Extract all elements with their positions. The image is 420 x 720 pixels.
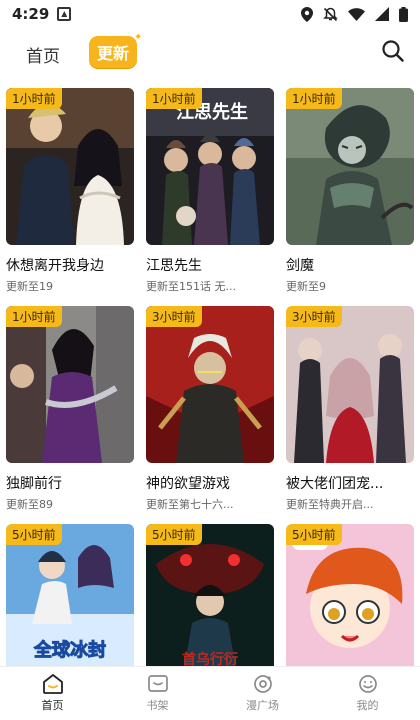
cover-art	[146, 306, 274, 463]
cover-art	[286, 88, 414, 245]
comic-card[interactable]: 3小时前 被大佬们团宠... 更新至特典开启...	[286, 306, 414, 512]
comic-title: 休想离开我身边	[6, 258, 104, 274]
comic-cover[interactable]: 5小时前	[286, 524, 414, 681]
update-time-badge: 1小时前	[286, 88, 342, 109]
comic-title: 江思先生	[146, 258, 202, 274]
nav-label: 我的	[356, 699, 379, 712]
tab-home[interactable]: 首页	[26, 42, 60, 67]
nav-label: 漫广场	[246, 699, 279, 712]
comic-title: 独脚前行	[6, 476, 62, 492]
sparkle-icon: ✦	[134, 32, 143, 43]
comic-title: 被大佬们团宠...	[286, 476, 384, 492]
comic-cover[interactable]: 江思先生 1小时前	[146, 88, 274, 245]
nav-home[interactable]: 首页	[0, 667, 105, 720]
battery-icon	[399, 6, 408, 22]
nav-bookshelf[interactable]: 书架	[105, 667, 210, 720]
comic-cover[interactable]: 全球冰封 5小时前	[6, 524, 134, 681]
comic-card[interactable]: 首乌行衍 5小时前	[146, 524, 274, 681]
update-time-badge: 3小时前	[146, 306, 202, 327]
comic-cover[interactable]: 3小时前	[146, 306, 274, 463]
comic-card[interactable]: 江思先生 1小时前 江思先生 更新至151话 无...	[146, 88, 274, 294]
bottom-nav: 首页 书架 漫广场 我的	[0, 666, 420, 720]
cover-art	[6, 306, 134, 463]
cover-logo-text: 全球冰封	[33, 639, 106, 661]
plaza-icon	[253, 675, 272, 693]
comic-cover[interactable]: 1小时前	[6, 306, 134, 463]
update-time-badge: 1小时前	[6, 88, 62, 109]
comic-episode: 更新至9	[286, 280, 326, 293]
comic-episode: 更新至第七十六...	[146, 498, 234, 511]
home-icon	[42, 674, 63, 694]
comic-cover[interactable]: 3小时前	[286, 306, 414, 463]
nav-label: 书架	[146, 699, 169, 712]
cover-art: 江思先生	[146, 88, 274, 245]
cover-art	[6, 88, 134, 245]
cover-art	[286, 306, 414, 463]
comic-card[interactable]: 1小时前 剑魔 更新至9	[286, 88, 414, 294]
comic-title: 神的欲望游戏	[146, 476, 230, 492]
comic-episode: 更新至特典开启...	[286, 498, 374, 511]
cover-art	[286, 524, 414, 681]
status-bar: 4:29	[0, 0, 420, 28]
comic-episode: 更新至19	[6, 280, 53, 293]
comic-card[interactable]: 全球冰封 5小时前	[6, 524, 134, 681]
comic-title: 剑魔	[286, 258, 314, 274]
app-screen: 4:29 首页 更新 ✦ 1小时前 休想离开我身边 更新至19 江思先生 1小时…	[0, 0, 420, 720]
comic-card[interactable]: 3小时前 神的欲望游戏 更新至第七十六...	[146, 306, 274, 512]
bookshelf-icon	[147, 675, 168, 692]
notification-app-icon	[57, 7, 72, 21]
comic-card[interactable]: 5小时前	[286, 524, 414, 681]
status-icons	[301, 6, 408, 22]
nav-label: 首页	[41, 699, 64, 712]
location-icon	[301, 6, 313, 22]
mute-icon	[323, 7, 338, 21]
cover-art: 全球冰封	[6, 524, 134, 681]
signal-icon	[375, 7, 389, 21]
comic-cover[interactable]: 首乌行衍 5小时前	[146, 524, 274, 681]
update-time-badge: 5小时前	[146, 524, 202, 545]
profile-icon	[358, 675, 377, 693]
wifi-icon	[348, 7, 365, 21]
comic-episode: 更新至89	[6, 498, 53, 511]
status-time: 4:29	[12, 5, 50, 23]
top-header: 首页 更新 ✦	[0, 28, 420, 80]
update-time-badge: 5小时前	[6, 524, 62, 545]
update-time-badge: 1小时前	[6, 306, 62, 327]
update-time-badge: 3小时前	[286, 306, 342, 327]
cover-art: 首乌行衍	[146, 524, 274, 681]
tab-update[interactable]: 更新	[89, 36, 137, 68]
nav-profile[interactable]: 我的	[315, 667, 420, 720]
comic-card[interactable]: 1小时前 休想离开我身边 更新至19	[6, 88, 134, 294]
search-icon[interactable]	[380, 38, 406, 64]
update-time-badge: 1小时前	[146, 88, 202, 109]
comic-episode: 更新至151话 无...	[146, 280, 236, 293]
nav-plaza[interactable]: 漫广场	[210, 667, 315, 720]
comic-card[interactable]: 1小时前 独脚前行 更新至89	[6, 306, 134, 512]
comic-cover[interactable]: 1小时前	[286, 88, 414, 245]
comic-cover[interactable]: 1小时前	[6, 88, 134, 245]
update-time-badge: 5小时前	[286, 524, 342, 545]
